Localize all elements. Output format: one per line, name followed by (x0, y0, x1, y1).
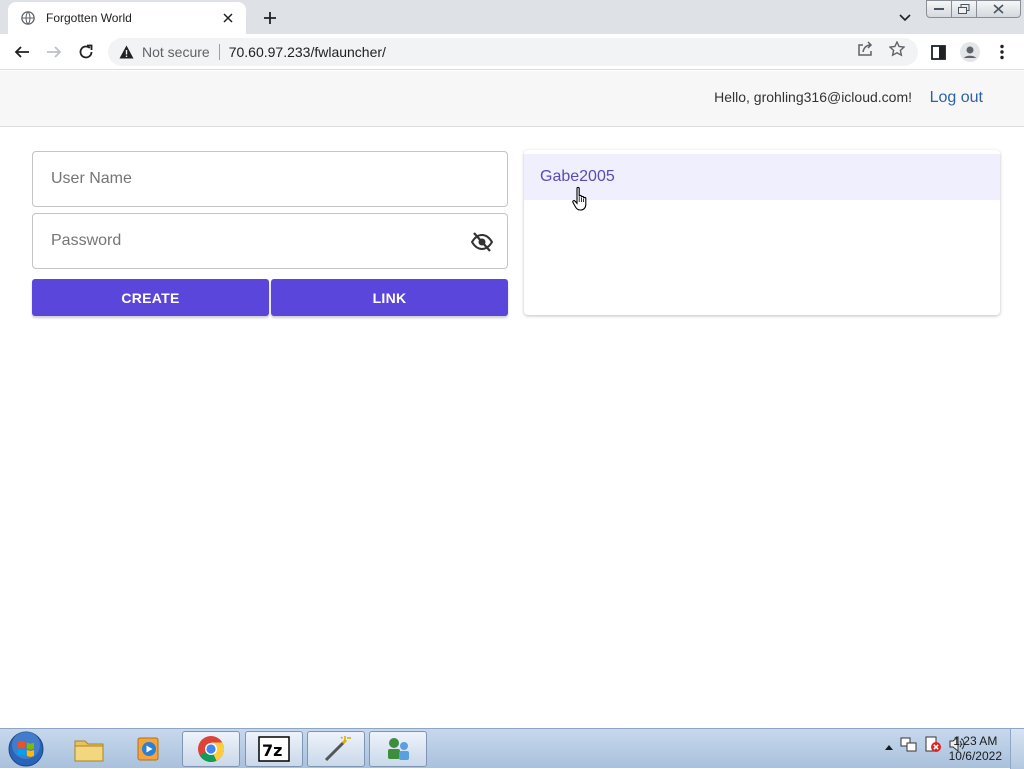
menu-icon[interactable] (990, 40, 1014, 64)
create-button[interactable]: CREATE (32, 279, 269, 316)
omnibox-divider (218, 44, 220, 60)
username-input[interactable] (33, 152, 507, 206)
taskbar-7zip[interactable]: 7z (245, 731, 303, 767)
plus-icon[interactable] (258, 6, 282, 30)
browser-tab[interactable]: Forgotten World (8, 2, 246, 34)
list-item[interactable]: Gabe2005 (524, 154, 1000, 200)
restore-button[interactable] (952, 0, 977, 18)
taskbar-chrome[interactable] (182, 731, 240, 767)
security-label: Not secure (142, 44, 210, 60)
back-icon[interactable] (10, 40, 34, 64)
minimize-button[interactable] (926, 0, 952, 18)
username-field[interactable] (32, 151, 508, 207)
chevron-down-icon[interactable] (894, 8, 916, 28)
forward-icon[interactable] (42, 40, 66, 64)
window-close-button[interactable] (977, 0, 1021, 18)
window-controls (926, 0, 1021, 18)
url-text: 70.60.97.233/fwlauncher/ (228, 44, 386, 60)
taskbar-network-app[interactable] (369, 731, 427, 767)
clock-date: 10/6/2022 (948, 749, 1002, 763)
os-taskbar: 7z 1:23 AM 10/6/2022 (0, 728, 1024, 769)
browser-tabstrip: Forgotten World (0, 0, 1024, 34)
network-icon[interactable] (900, 735, 918, 758)
windows-start-icon[interactable] (6, 731, 46, 767)
clock-time: 1:23 AM (953, 734, 998, 748)
taskbar-clock[interactable]: 1:23 AM 10/6/2022 (949, 734, 1002, 764)
close-icon[interactable] (220, 10, 236, 26)
greeting-text: Hello, grohling316@icloud.com! (714, 89, 912, 105)
hand-cursor-icon (571, 186, 591, 212)
tray-expand-icon[interactable] (884, 738, 894, 756)
tab-title: Forgotten World (46, 11, 132, 25)
show-desktop-button[interactable] (1010, 729, 1024, 769)
star-icon[interactable] (888, 40, 906, 58)
app-header: Hello, grohling316@icloud.com! Log out (0, 71, 1024, 127)
action-center-icon[interactable] (924, 735, 942, 758)
profile-icon[interactable] (958, 40, 982, 64)
warning-icon[interactable] (118, 44, 134, 60)
link-button[interactable]: LINK (271, 279, 508, 316)
svg-text:7z: 7z (262, 741, 282, 760)
taskbar-media-player[interactable] (120, 731, 178, 767)
logout-link[interactable]: Log out (930, 89, 983, 107)
sidepanel-icon[interactable] (926, 40, 950, 64)
eye-off-icon[interactable] (471, 231, 493, 253)
account-list: Gabe2005 (524, 150, 1000, 315)
password-field[interactable] (32, 213, 508, 269)
reload-icon[interactable] (74, 40, 98, 64)
taskbar-file-explorer[interactable] (60, 731, 118, 767)
share-icon[interactable] (856, 40, 874, 58)
taskbar-wand-tool[interactable] (307, 731, 365, 767)
browser-toolbar: Not secure 70.60.97.233/fwlauncher/ (0, 34, 1024, 70)
password-input[interactable] (33, 214, 507, 268)
address-bar[interactable]: Not secure 70.60.97.233/fwlauncher/ (108, 38, 918, 66)
globe-icon (20, 10, 36, 26)
